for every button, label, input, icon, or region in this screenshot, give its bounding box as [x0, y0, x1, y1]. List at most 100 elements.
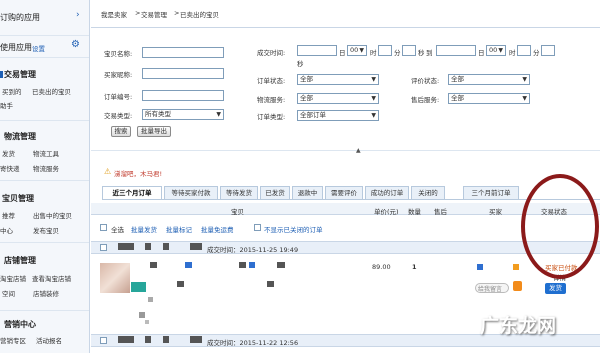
sidebar-link[interactable]: 物流服务	[33, 163, 59, 173]
sidebar-link[interactable]: 中心	[0, 225, 13, 235]
trade-type-select[interactable]: 所有类型 ▼	[142, 109, 224, 120]
tab-refunding[interactable]: 退款中	[292, 186, 323, 199]
order-checkbox[interactable]	[100, 337, 107, 344]
select-all-checkbox[interactable]	[100, 224, 107, 231]
gear-icon[interactable]: ⚙	[71, 39, 80, 50]
settings-link[interactable]: 设置	[32, 43, 45, 53]
breadcrumb-sep: >	[135, 9, 141, 17]
sidebar-link[interactable]: 店铺装修	[33, 288, 59, 298]
batch-ship-link[interactable]: 批量发货	[131, 224, 157, 234]
start-date-input[interactable]	[297, 45, 337, 56]
section-title-trade: 交易管理	[4, 70, 36, 79]
tab-last-three-months[interactable]: 近三个月订单	[102, 186, 162, 199]
after-sale-select[interactable]: 全部 ▼	[448, 93, 530, 104]
day-label: 日	[339, 49, 346, 57]
sidebar-link[interactable]: 查看淘宝店铺	[32, 273, 71, 283]
sidebar-top: 订购的应用 ›	[0, 0, 89, 36]
phone-icon[interactable]	[513, 281, 522, 291]
redacted-block	[513, 264, 519, 270]
section-marker	[0, 71, 3, 78]
redacted-block	[239, 262, 246, 268]
batch-free-shipping-link[interactable]: 批量免运费	[201, 224, 234, 234]
order-no-label: 订单编号:	[104, 93, 133, 101]
end-second-input[interactable]	[541, 45, 555, 56]
logistics-select[interactable]: 全部 ▼	[297, 93, 379, 104]
redacted-block	[148, 297, 153, 302]
sidebar-link[interactable]: 助手	[0, 100, 13, 110]
sidebar-link[interactable]: 营销专区	[0, 335, 26, 345]
day-label: 日	[478, 49, 485, 57]
order-status-select[interactable]: 全部 ▼	[297, 74, 379, 85]
order-status-label: 订单状态:	[257, 77, 286, 85]
batch-mark-link[interactable]: 批量标记	[166, 224, 192, 234]
product-thumbnail-tag	[131, 282, 146, 292]
sidebar-link[interactable]: 买到的	[2, 86, 22, 96]
end-hour-select[interactable]: 00 ▼	[486, 45, 506, 56]
collapse-arrow-icon[interactable]: ▲	[356, 147, 361, 154]
order-deal-time: 成交时间：2015-11-25 19:49	[207, 246, 299, 254]
start-hour-select[interactable]: 00 ▼	[347, 45, 367, 56]
redacted-block	[190, 336, 202, 343]
sidebar-link[interactable]: 空间	[2, 288, 15, 298]
redacted-block	[145, 320, 149, 324]
sidebar-link[interactable]: 活动报名	[36, 335, 62, 345]
tab-closed[interactable]: 关闭的	[411, 186, 445, 199]
order-checkbox[interactable]	[100, 244, 107, 251]
sidebar-link[interactable]: 物流工具	[33, 148, 59, 158]
sidebar-section-shop: 店铺管理 淘宝店铺 查看淘宝店铺 空间 店铺装修	[0, 243, 89, 311]
order-type-label: 订单类型:	[257, 113, 286, 121]
tab-older-orders[interactable]: 三个月前订单	[463, 186, 519, 199]
redacted-block	[145, 336, 151, 343]
minute-label: 分	[394, 49, 401, 57]
chevron-right-icon[interactable]: ›	[76, 10, 80, 20]
search-button[interactable]: 搜索	[111, 126, 131, 137]
ship-button[interactable]: 发货	[545, 283, 566, 294]
buyer-nick-input[interactable]	[142, 68, 224, 79]
dropdown-arrow-icon: ▼	[371, 95, 376, 102]
my-apps-label: 使用应用	[0, 43, 32, 52]
redacted-block	[267, 281, 274, 287]
redacted-block	[177, 281, 184, 287]
tab-successful[interactable]: 成功的订单	[365, 186, 409, 199]
sidebar-link-sold-items[interactable]: 已卖出的宝贝	[32, 86, 71, 96]
tab-awaiting-shipment[interactable]: 等待发货	[220, 186, 258, 199]
tab-awaiting-payment[interactable]: 等待买家付款	[164, 186, 218, 199]
col-after-sale: 售后	[434, 208, 447, 216]
redacted-block	[185, 262, 192, 268]
redacted-block	[277, 262, 285, 268]
sidebar-link[interactable]: 发布宝贝	[33, 225, 59, 235]
dropdown-arrow-icon: ▼	[371, 112, 376, 119]
hide-closed-checkbox[interactable]	[254, 224, 261, 231]
annotation-circle	[521, 174, 599, 279]
wangwang-chat-button[interactable]: 给我留言	[475, 283, 509, 293]
sidebar-link[interactable]: 出售中的宝贝	[33, 210, 72, 220]
order-type-select[interactable]: 全部订单 ▼	[297, 110, 379, 121]
review-status-select[interactable]: 全部 ▼	[448, 74, 530, 85]
order-deal-time: 成交时间：2015-11-22 12:56	[207, 339, 299, 347]
tab-need-review[interactable]: 需要评价	[325, 186, 363, 199]
sidebar-link[interactable]: 淘宝店铺	[0, 273, 26, 283]
after-sale-value: 全部	[451, 94, 464, 102]
start-minute-input[interactable]	[378, 45, 392, 56]
sidebar-link[interactable]: 推荐	[2, 210, 15, 220]
breadcrumb-seller[interactable]: 我是卖家	[101, 9, 127, 19]
divider	[91, 27, 600, 28]
hour-label: 时	[509, 49, 516, 57]
sidebar-link[interactable]: 寄快递	[0, 163, 20, 173]
breadcrumb: 我是卖家 > 交易管理 > 已卖出的宝贝	[91, 7, 600, 21]
col-item: 宝贝	[231, 208, 244, 216]
order-no-input[interactable]	[142, 90, 224, 101]
tab-shipped[interactable]: 已发货	[260, 186, 290, 199]
review-status-label: 评价状态:	[411, 77, 440, 85]
end-minute-input[interactable]	[517, 45, 531, 56]
start-second-input[interactable]	[402, 45, 416, 56]
memo-link: 给我留言	[478, 286, 503, 293]
sidebar-link[interactable]: 发货	[2, 148, 15, 158]
end-date-input[interactable]	[436, 45, 476, 56]
minute-label: 分	[533, 49, 540, 57]
item-name-input[interactable]	[142, 47, 224, 58]
breadcrumb-trade[interactable]: 交易管理	[141, 9, 167, 19]
export-button[interactable]: 批量导出	[137, 126, 171, 137]
product-thumbnail[interactable]	[100, 263, 130, 293]
ordered-apps-link[interactable]: 订购的应用	[0, 12, 40, 23]
